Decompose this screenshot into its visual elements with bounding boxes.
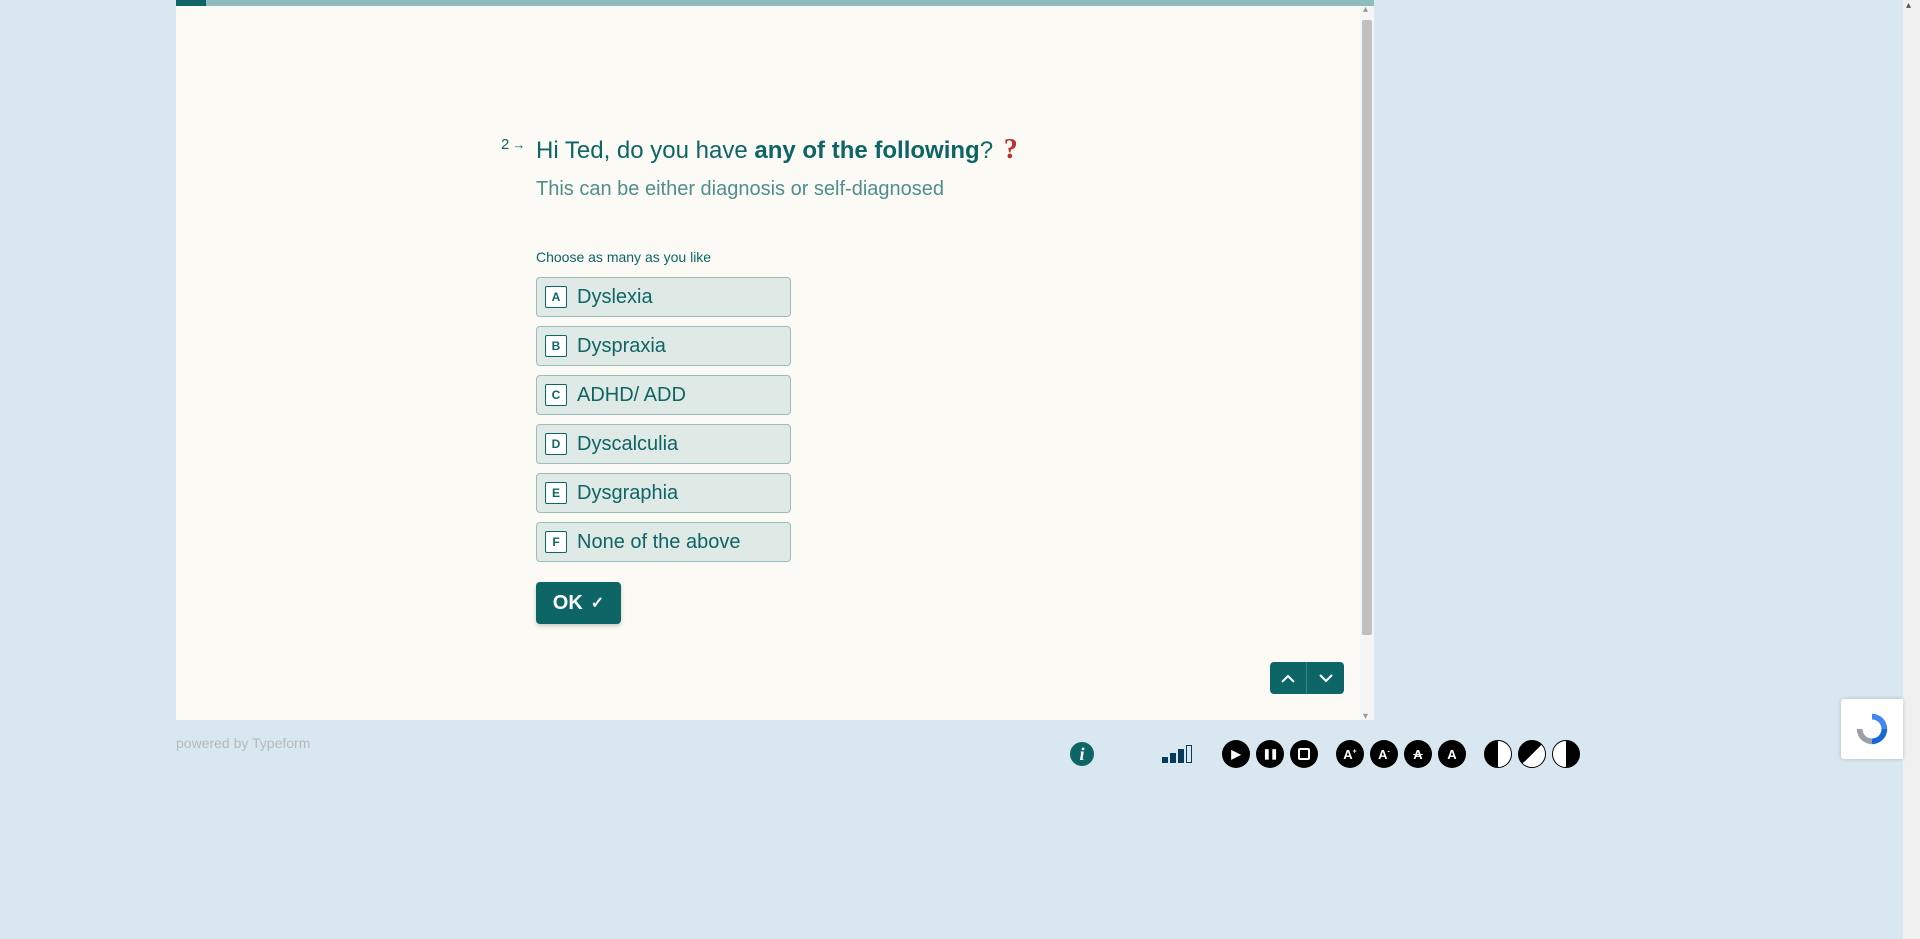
stop-button[interactable]	[1290, 740, 1318, 768]
question-block: 2 → Hi Ted, do you have any of the follo…	[536, 132, 1018, 624]
option-label: Dysgraphia	[577, 482, 678, 505]
a-strike-icon: A	[1413, 747, 1422, 762]
chevron-up-icon	[1281, 674, 1295, 683]
recaptcha-badge[interactable]	[1841, 699, 1903, 759]
recaptcha-icon	[1853, 710, 1891, 748]
font-reset-button[interactable]: A	[1404, 740, 1432, 768]
next-question-button[interactable]	[1307, 662, 1344, 694]
chevron-down-icon	[1319, 674, 1333, 683]
progress-bar	[176, 0, 1374, 6]
option-key: B	[545, 335, 567, 357]
question-subtitle: This can be either diagnosis or self-dia…	[536, 178, 1018, 201]
option-key: D	[545, 433, 567, 455]
pause-button[interactable]: ❚❚	[1256, 740, 1284, 768]
scrollbar-thumb[interactable]	[1362, 20, 1372, 635]
form-container: 2 → Hi Ted, do you have any of the follo…	[176, 0, 1374, 720]
powered-by-text[interactable]: powered by Typeform	[176, 735, 310, 751]
option-a[interactable]: A Dyslexia	[536, 277, 791, 317]
arrow-right-icon: →	[512, 137, 525, 152]
a-plus-icon: A+	[1343, 747, 1356, 762]
option-f[interactable]: F None of the above	[536, 522, 791, 562]
question-mark-icon: ?	[1004, 132, 1018, 168]
option-key: A	[545, 286, 567, 308]
browser-scrollbar[interactable]	[1903, 0, 1920, 939]
contrast-button-1[interactable]	[1484, 740, 1512, 768]
option-label: Dyscalculia	[577, 433, 678, 456]
options-list: A Dyslexia B Dyspraxia C ADHD/ ADD D Dys…	[536, 277, 1018, 562]
check-icon: ✓	[591, 593, 604, 613]
pause-icon: ❚❚	[1263, 749, 1278, 760]
font-style-button[interactable]: A	[1438, 740, 1466, 768]
option-b[interactable]: B Dyspraxia	[536, 326, 791, 366]
question-number-marker: 2 →	[501, 136, 525, 153]
form-scrollbar[interactable]	[1360, 6, 1374, 720]
ok-label: OK	[553, 592, 583, 615]
option-label: Dyslexia	[577, 286, 653, 309]
option-key: C	[545, 384, 567, 406]
contrast-button-3[interactable]	[1552, 740, 1580, 768]
prev-question-button[interactable]	[1270, 662, 1307, 694]
option-label: Dyspraxia	[577, 335, 666, 358]
question-title-prefix: Hi Ted, do you have	[536, 137, 754, 164]
choose-instruction: Choose as many as you like	[536, 249, 1018, 265]
ok-button[interactable]: OK ✓	[536, 582, 621, 624]
a-minus-icon: A-	[1378, 747, 1390, 762]
font-decrease-button[interactable]: A-	[1370, 740, 1398, 768]
question-title: Hi Ted, do you have any of the following…	[536, 132, 1018, 168]
option-label: None of the above	[577, 531, 740, 554]
a-icon: A	[1447, 747, 1456, 762]
signal-bars-icon[interactable]	[1162, 745, 1192, 763]
progress-fill	[176, 0, 206, 6]
question-title-suffix: ?	[980, 137, 993, 164]
accessibility-toolbar: i ▶ ❚❚ A+ A- A A	[1070, 740, 1580, 768]
recite-info-icon[interactable]: i	[1070, 742, 1094, 766]
nav-buttons	[1270, 662, 1344, 694]
option-label: ADHD/ ADD	[577, 384, 686, 407]
play-button[interactable]: ▶	[1222, 740, 1250, 768]
contrast-button-2[interactable]	[1518, 740, 1546, 768]
font-increase-button[interactable]: A+	[1336, 740, 1364, 768]
option-c[interactable]: C ADHD/ ADD	[536, 375, 791, 415]
question-title-bold: any of the following	[754, 137, 979, 164]
play-icon: ▶	[1231, 747, 1240, 761]
question-number: 2	[501, 136, 509, 153]
option-key: E	[545, 482, 567, 504]
option-d[interactable]: D Dyscalculia	[536, 424, 791, 464]
option-e[interactable]: E Dysgraphia	[536, 473, 791, 513]
option-key: F	[545, 531, 567, 553]
